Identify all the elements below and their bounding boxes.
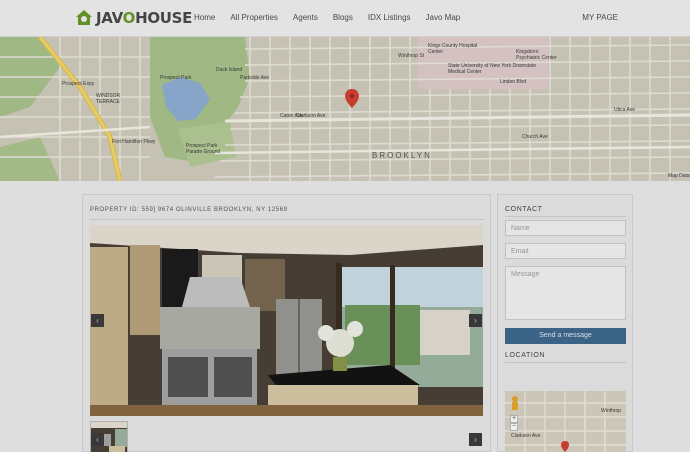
map-label-fort-hamilton: Fort Hamilton Pkwy bbox=[112, 139, 156, 145]
map-label-duck-island: Duck Island bbox=[216, 67, 243, 73]
property-title: PROPERTY ID: 559] 9674 OLINVILLE BROOKLY… bbox=[90, 207, 288, 213]
zoom-in-button[interactable]: + bbox=[510, 415, 518, 423]
nav-idx-listings[interactable]: IDX Listings bbox=[368, 13, 411, 22]
mini-map-label-winthrop: Winthrop bbox=[601, 408, 622, 414]
name-input[interactable] bbox=[505, 220, 626, 236]
house-logo-icon bbox=[75, 9, 93, 27]
thumbnail-strip: ‹ › bbox=[90, 421, 483, 452]
map-label-winthrop: Winthrop St bbox=[398, 53, 425, 59]
map-banner[interactable]: Prospect Park Duck Island Parkside Ave W… bbox=[0, 37, 690, 181]
thumbnail-prev-button[interactable]: ‹ bbox=[91, 433, 104, 446]
map-label-map-data: Map Data bbox=[668, 173, 690, 179]
gallery-prev-button[interactable]: ‹ bbox=[91, 314, 104, 327]
logo-text: JAVOHOUSE bbox=[96, 9, 192, 27]
property-panel: PROPERTY ID: 559] 9674 OLINVILLE BROOKLY… bbox=[82, 194, 491, 452]
map-label-parkside: Parkside Ave bbox=[240, 75, 270, 81]
send-message-button[interactable]: Send a message bbox=[505, 328, 626, 344]
message-textarea[interactable] bbox=[505, 266, 626, 320]
email-input[interactable] bbox=[505, 243, 626, 259]
map-canvas bbox=[0, 37, 690, 181]
site-header: JAVOHOUSE Home All Properties Agents Blo… bbox=[0, 0, 690, 37]
map-label-windsor-terrace: WINDSOR TERRACE bbox=[96, 93, 121, 105]
location-mini-map[interactable]: Clarkson Ave Winthrop + − bbox=[505, 391, 626, 452]
contact-title: CONTACT bbox=[505, 206, 543, 213]
zoom-out-button[interactable]: − bbox=[510, 423, 518, 431]
map-label-church: Church Ave bbox=[522, 134, 548, 140]
map-label-kingsboro: Kingsboro Psychiatric Center bbox=[516, 49, 557, 61]
map-label-utica: Utica Ave bbox=[614, 107, 636, 113]
map-label-suny: State University of New York Downstate M… bbox=[448, 63, 537, 75]
logo-text-jav: JAV bbox=[96, 9, 123, 27]
my-page-link[interactable]: MY PAGE bbox=[582, 13, 618, 22]
logo-text-o: O bbox=[122, 9, 136, 27]
nav-home[interactable]: Home bbox=[194, 13, 215, 22]
map-label-prospect-park: Prospect Park bbox=[160, 75, 192, 81]
nav-blogs[interactable]: Blogs bbox=[333, 13, 353, 22]
map-label-prospect-expy: Prospect Expy bbox=[62, 81, 95, 87]
thumbnail-next-button[interactable]: › bbox=[469, 433, 482, 446]
location-title: LOCATION bbox=[505, 352, 546, 359]
nav-all-properties[interactable]: All Properties bbox=[230, 13, 278, 22]
map-label-linden: Linden Blvd bbox=[500, 79, 527, 85]
map-label-caton: Caton Ave bbox=[280, 113, 303, 119]
map-label-kings-county: Kings County Hospital Center bbox=[428, 43, 478, 55]
map-label-parade-ground: Prospect Park Parade Ground bbox=[186, 143, 221, 155]
contact-divider bbox=[505, 216, 626, 217]
main-nav: Home All Properties Agents Blogs IDX Lis… bbox=[194, 13, 475, 22]
contact-panel: CONTACT Send a message LOCATION Clarkson… bbox=[497, 194, 633, 452]
nav-javo-map[interactable]: Javo Map bbox=[426, 13, 461, 22]
logo-text-house: HOUSE bbox=[135, 9, 193, 27]
title-divider bbox=[90, 219, 484, 220]
gallery-next-button[interactable]: › bbox=[469, 314, 482, 327]
nav-agents[interactable]: Agents bbox=[293, 13, 318, 22]
property-gallery[interactable]: ‹ › bbox=[90, 225, 483, 416]
mini-map-label-clarkson: Clarkson Ave bbox=[511, 433, 541, 439]
map-label-brooklyn: BROOKLYN bbox=[372, 151, 432, 160]
mini-map-canvas bbox=[505, 391, 626, 452]
site-logo[interactable]: JAVOHOUSE bbox=[75, 8, 192, 28]
location-divider bbox=[505, 362, 626, 363]
kitchen-photo bbox=[90, 225, 483, 416]
